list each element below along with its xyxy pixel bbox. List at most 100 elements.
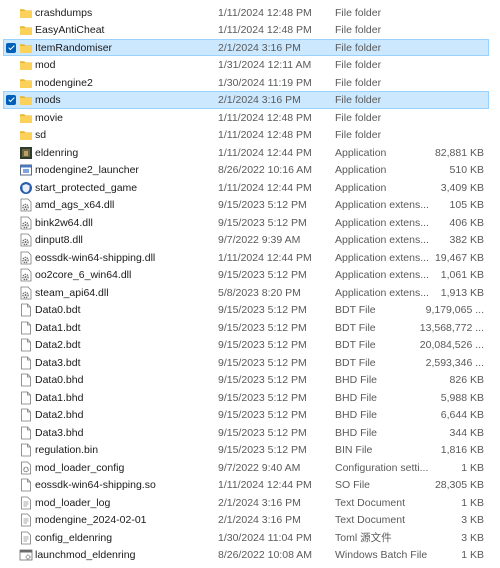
file-row[interactable]: Data3.bhd 9/15/2023 5:12 PM BHD File 344 KB bbox=[3, 424, 489, 442]
selection-checkbox[interactable] bbox=[6, 95, 16, 105]
folder-icon bbox=[19, 93, 33, 107]
file-name: sd bbox=[35, 129, 47, 141]
file-row[interactable]: mods 2/1/2024 3:16 PM File folder bbox=[3, 91, 489, 109]
file-size: 19,467 KB bbox=[434, 251, 484, 264]
file-row[interactable]: eossdk-win64-shipping.so 1/11/2024 12:44 … bbox=[3, 476, 489, 494]
file-date-modified: 2/1/2024 3:16 PM bbox=[218, 41, 301, 54]
file-name: config_eldenring bbox=[35, 531, 113, 544]
file-size: 1 KB bbox=[461, 496, 484, 509]
file-type: Application bbox=[335, 146, 387, 159]
file-row[interactable]: Data0.bdt 9/15/2023 5:12 PM BDT File 9,179,… bbox=[3, 301, 489, 319]
file-size: 406 KB bbox=[449, 216, 484, 229]
file-row[interactable]: Data2.bhd 9/15/2023 5:12 PM BHD File 6,644 … bbox=[3, 406, 489, 424]
file-row[interactable]: steam_api64.dll 5/8/2023 8:20 PM Applicati… bbox=[3, 284, 489, 302]
dll-gear-icon bbox=[19, 233, 33, 247]
file-name: start_protected_game bbox=[35, 181, 138, 194]
file-type: BDT File bbox=[335, 356, 376, 369]
file-date-modified: 9/15/2023 5:12 PM bbox=[218, 269, 307, 281]
file-type: BHD File bbox=[335, 426, 378, 439]
dll-gear-icon bbox=[19, 268, 33, 282]
dll-gear-icon bbox=[19, 198, 33, 212]
file-row[interactable]: modengine2 1/30/2024 11:19 PM File folder bbox=[3, 74, 489, 92]
file-name: Data3.bdt bbox=[35, 356, 81, 369]
folder-icon bbox=[19, 6, 33, 20]
file-icon bbox=[19, 426, 33, 440]
file-row[interactable]: Data2.bdt 9/15/2023 5:12 PM BDT File 20,084… bbox=[3, 336, 489, 354]
file-icon bbox=[19, 303, 33, 317]
eldenring-app-icon bbox=[19, 146, 33, 160]
file-date-modified: 9/15/2023 5:12 PM bbox=[218, 426, 307, 439]
file-type: File folder bbox=[335, 41, 382, 54]
file-icon bbox=[19, 478, 33, 492]
file-date-modified: 9/15/2023 5:12 PM bbox=[218, 391, 307, 404]
file-row[interactable]: dinput8.dll 9/7/2022 9:39 AM Application e… bbox=[3, 231, 489, 249]
file-name: regulation.bin bbox=[35, 444, 99, 456]
file-row[interactable]: amd_ags_x64.dll 9/15/2023 5:12 PM Applicat… bbox=[3, 196, 489, 214]
shield-app-icon bbox=[19, 181, 33, 195]
text-file-icon bbox=[19, 513, 33, 527]
file-name: mod_loader_log bbox=[35, 496, 111, 509]
folder-icon bbox=[19, 41, 33, 55]
file-row[interactable]: modengine_2024-02-01 2/1/2024 3:16 PM Text… bbox=[3, 511, 489, 529]
file-row[interactable]: mod_loader_config 9/7/2022 9:40 AM Configu… bbox=[3, 459, 489, 477]
folder-icon bbox=[19, 128, 33, 142]
file-row[interactable]: bink2w64.dll 9/15/2023 5:12 PM Application… bbox=[3, 214, 489, 232]
file-row[interactable]: sd 1/11/2024 12:48 PM File folder bbox=[3, 126, 489, 144]
file-size: 1,061 KB bbox=[440, 269, 484, 281]
file-icon bbox=[19, 338, 33, 352]
file-name: eossdk-win64-shipping.dll bbox=[35, 251, 156, 264]
file-name: Data3.bhd bbox=[35, 426, 84, 439]
dll-gear-icon bbox=[19, 251, 33, 265]
file-date-modified: 9/15/2023 5:12 PM bbox=[218, 374, 307, 386]
file-row[interactable]: regulation.bin 9/15/2023 5:12 PM BIN File 1… bbox=[3, 441, 489, 459]
file-name: eldenring bbox=[35, 146, 79, 159]
file-date-modified: 9/7/2022 9:40 AM bbox=[218, 461, 301, 474]
file-row[interactable]: config_eldenring 1/30/2024 11:04 PM Toml 源… bbox=[3, 529, 489, 547]
file-row[interactable]: EasyAntiCheat 1/11/2024 12:48 PM File fold… bbox=[3, 21, 489, 39]
file-type: Application extens... bbox=[335, 216, 429, 229]
file-row[interactable]: movie 1/11/2024 12:48 PM File folder bbox=[3, 109, 489, 127]
file-size: 344 KB bbox=[449, 426, 484, 439]
file-date-modified: 1/30/2024 11:19 PM bbox=[218, 76, 312, 89]
file-row[interactable]: Data1.bhd 9/15/2023 5:12 PM BHD File 5,988 … bbox=[3, 389, 489, 407]
file-size: 1 KB bbox=[461, 461, 484, 474]
file-type: Application extens... bbox=[335, 286, 429, 299]
file-row[interactable]: ItemRandomiser 2/1/2024 3:16 PM File folde… bbox=[3, 38, 489, 56]
file-date-modified: 1/11/2024 12:44 PM bbox=[218, 146, 312, 159]
file-name: Data2.bhd bbox=[35, 409, 84, 421]
file-type: File folder bbox=[335, 59, 382, 71]
file-row[interactable]: Data1.bdt 9/15/2023 5:12 PM BDT File 13,568… bbox=[3, 319, 489, 337]
file-row[interactable]: start_protected_game 1/11/2024 12:44 PM Ap… bbox=[3, 179, 489, 197]
file-row[interactable]: eossdk-win64-shipping.dll 1/11/2024 12:44… bbox=[3, 249, 489, 267]
file-type: BHD File bbox=[335, 374, 378, 386]
file-row[interactable]: launchmod_eldenring 8/26/2022 10:08 AM Win… bbox=[3, 546, 489, 564]
file-date-modified: 8/26/2022 10:16 AM bbox=[218, 164, 312, 176]
file-row[interactable]: mod_loader_log 2/1/2024 3:16 PM Text Docum… bbox=[3, 494, 489, 512]
file-name: steam_api64.dll bbox=[35, 286, 109, 299]
file-row[interactable]: modengine2_launcher 8/26/2022 10:16 AM App… bbox=[3, 161, 489, 179]
file-date-modified: 8/26/2022 10:08 AM bbox=[218, 549, 312, 561]
file-type: BDT File bbox=[335, 304, 376, 316]
file-name: modengine2_launcher bbox=[35, 164, 139, 176]
file-icon bbox=[19, 408, 33, 422]
file-date-modified: 2/1/2024 3:16 PM bbox=[218, 94, 301, 106]
file-row[interactable]: Data3.bdt 9/15/2023 5:12 PM BDT File 2,593,… bbox=[3, 354, 489, 372]
file-size: 20,084,526 ... bbox=[419, 339, 484, 351]
file-date-modified: 9/15/2023 5:12 PM bbox=[218, 321, 307, 334]
file-icon bbox=[19, 391, 33, 405]
file-type: BHD File bbox=[335, 409, 378, 421]
file-row[interactable]: Data0.bhd 9/15/2023 5:12 PM BHD File 826 KB bbox=[3, 371, 489, 389]
file-row[interactable]: mod 1/31/2024 12:11 AM File folder bbox=[3, 56, 489, 74]
file-size: 3,409 KB bbox=[440, 181, 484, 194]
file-row[interactable]: eldenring 1/11/2024 12:44 PM Application 82… bbox=[3, 144, 489, 162]
file-size: 28,305 KB bbox=[434, 479, 484, 491]
file-name: movie bbox=[35, 111, 64, 124]
file-date-modified: 9/7/2022 9:39 AM bbox=[218, 234, 301, 246]
file-size: 1,816 KB bbox=[440, 444, 484, 456]
selection-checkbox[interactable] bbox=[6, 42, 16, 53]
file-name: eossdk-win64-shipping.so bbox=[35, 479, 156, 491]
file-size: 82,881 KB bbox=[434, 146, 484, 159]
file-row[interactable]: crashdumps 1/11/2024 12:48 PM File folder bbox=[3, 4, 489, 22]
file-row[interactable]: oo2core_6_win64.dll 9/15/2023 5:12 PM Appl… bbox=[3, 266, 489, 284]
file-type: Application extens... bbox=[335, 199, 429, 211]
